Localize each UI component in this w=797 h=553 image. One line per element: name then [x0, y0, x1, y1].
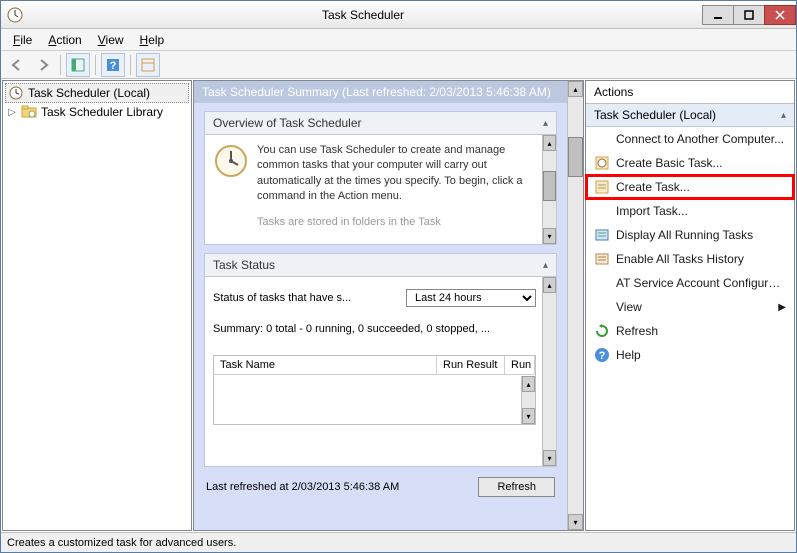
collapse-icon-2[interactable]: ▴ [543, 260, 548, 271]
collapse-icon-3[interactable]: ▴ [781, 110, 786, 121]
blank-icon-4 [594, 299, 610, 315]
back-button[interactable] [5, 53, 29, 77]
blank-icon-3 [594, 275, 610, 291]
tree-library[interactable]: ▷ Task Scheduler Library [5, 103, 189, 121]
overview-title: Overview of Task Scheduler [213, 116, 362, 130]
last-refreshed-label: Last refreshed at 2/03/2013 5:46:38 AM [206, 481, 399, 493]
action-import-task[interactable]: Import Task... [586, 199, 794, 223]
actions-pane: Actions Task Scheduler (Local) ▴ Connect… [585, 80, 795, 531]
action-at-service[interactable]: AT Service Account Configurati... [586, 271, 794, 295]
main-area: Task Scheduler (Local) ▷ Task Scheduler … [1, 79, 796, 532]
status-panel: Task Status ▴ Status of tasks that have … [204, 253, 557, 467]
actions-group-label: Task Scheduler (Local) [594, 108, 716, 122]
expand-icon[interactable]: ▷ [7, 107, 17, 118]
clock-icon [8, 85, 24, 101]
task-table-scrollbar[interactable]: ▴▾ [521, 376, 535, 424]
status-period-select[interactable]: Last 24 hours [406, 289, 536, 307]
task-icon [594, 179, 610, 195]
tree-root-label: Task Scheduler (Local) [28, 86, 150, 100]
action-create-task[interactable]: Create Task... [586, 175, 794, 199]
window-controls [703, 5, 796, 25]
toolbar-separator-2 [95, 55, 96, 75]
menu-view[interactable]: View [90, 31, 132, 49]
menu-file[interactable]: File [5, 31, 40, 49]
task-table: Task Name Run Result Run ▴▾ [213, 355, 536, 425]
app-icon [7, 7, 23, 23]
titlebar: Task Scheduler [1, 1, 796, 29]
status-label: Status of tasks that have s... [213, 292, 351, 304]
actions-title: Actions [586, 81, 794, 104]
refresh-button[interactable]: Refresh [478, 477, 555, 497]
clock-large-icon [213, 143, 249, 179]
th-run-result[interactable]: Run Result [437, 356, 505, 374]
overview-text: You can use Task Scheduler to create and… [257, 143, 536, 205]
statusbar: Creates a customized task for advanced u… [1, 532, 796, 552]
summary-line: Summary: 0 total - 0 running, 0 succeede… [213, 319, 536, 339]
folder-icon [21, 104, 37, 120]
th-task-name[interactable]: Task Name [214, 356, 437, 374]
overview-scrollbar[interactable]: ▴ ▾ [542, 135, 556, 244]
refresh-row: Last refreshed at 2/03/2013 5:46:38 AM R… [194, 467, 567, 507]
status-title: Task Status [213, 258, 275, 272]
center-pane: Task Scheduler Summary (Last refreshed: … [193, 80, 584, 531]
tree-root[interactable]: Task Scheduler (Local) [5, 83, 189, 103]
toolbar-pane-button[interactable] [66, 53, 90, 77]
submenu-arrow-icon: ▶ [778, 302, 786, 313]
task-scheduler-window: Task Scheduler File Action View Help ? T… [0, 0, 797, 553]
help-icon: ? [594, 347, 610, 363]
toolbar-separator [60, 55, 61, 75]
overview-header[interactable]: Overview of Task Scheduler ▴ [204, 111, 557, 135]
action-enable-history[interactable]: Enable All Tasks History [586, 247, 794, 271]
action-connect[interactable]: Connect to Another Computer... [586, 127, 794, 151]
minimize-button[interactable] [702, 5, 734, 25]
actions-group-header[interactable]: Task Scheduler (Local) ▴ [586, 104, 794, 127]
tree-pane: Task Scheduler (Local) ▷ Task Scheduler … [2, 80, 192, 531]
help-button[interactable]: ? [101, 53, 125, 77]
action-display-running[interactable]: Display All Running Tasks [586, 223, 794, 247]
window-title: Task Scheduler [23, 8, 703, 22]
action-create-basic-task[interactable]: Create Basic Task... [586, 151, 794, 175]
refresh-icon [594, 323, 610, 339]
forward-button[interactable] [31, 53, 55, 77]
menu-help[interactable]: Help [132, 31, 173, 49]
status-scrollbar[interactable]: ▴ ▾ [542, 277, 556, 466]
menu-action[interactable]: Action [40, 31, 89, 49]
status-header[interactable]: Task Status ▴ [204, 253, 557, 277]
svg-text:?: ? [110, 60, 117, 72]
toolbar: ? [1, 51, 796, 79]
collapse-icon[interactable]: ▴ [543, 118, 548, 129]
blank-icon-2 [594, 203, 610, 219]
statusbar-text: Creates a customized task for advanced u… [7, 537, 236, 549]
svg-text:?: ? [599, 350, 606, 362]
overview-text2: Tasks are stored in folders in the Task [257, 215, 536, 230]
tree-library-label: Task Scheduler Library [41, 105, 163, 119]
close-button[interactable] [764, 5, 796, 25]
menubar: File Action View Help [1, 29, 796, 51]
summary-header: Task Scheduler Summary (Last refreshed: … [194, 81, 567, 103]
overview-panel: Overview of Task Scheduler ▴ You can use… [204, 111, 557, 245]
action-help[interactable]: ? Help [586, 343, 794, 367]
toolbar-separator-3 [130, 55, 131, 75]
blank-icon [594, 131, 610, 147]
maximize-button[interactable] [733, 5, 765, 25]
history-icon [594, 251, 610, 267]
th-run[interactable]: Run [505, 356, 535, 374]
running-icon [594, 227, 610, 243]
basic-task-icon [594, 155, 610, 171]
action-refresh[interactable]: Refresh [586, 319, 794, 343]
center-scrollbar[interactable]: ▴ ▾ [567, 81, 583, 530]
action-view[interactable]: View ▶ [586, 295, 794, 319]
toolbar-view-button[interactable] [136, 53, 160, 77]
